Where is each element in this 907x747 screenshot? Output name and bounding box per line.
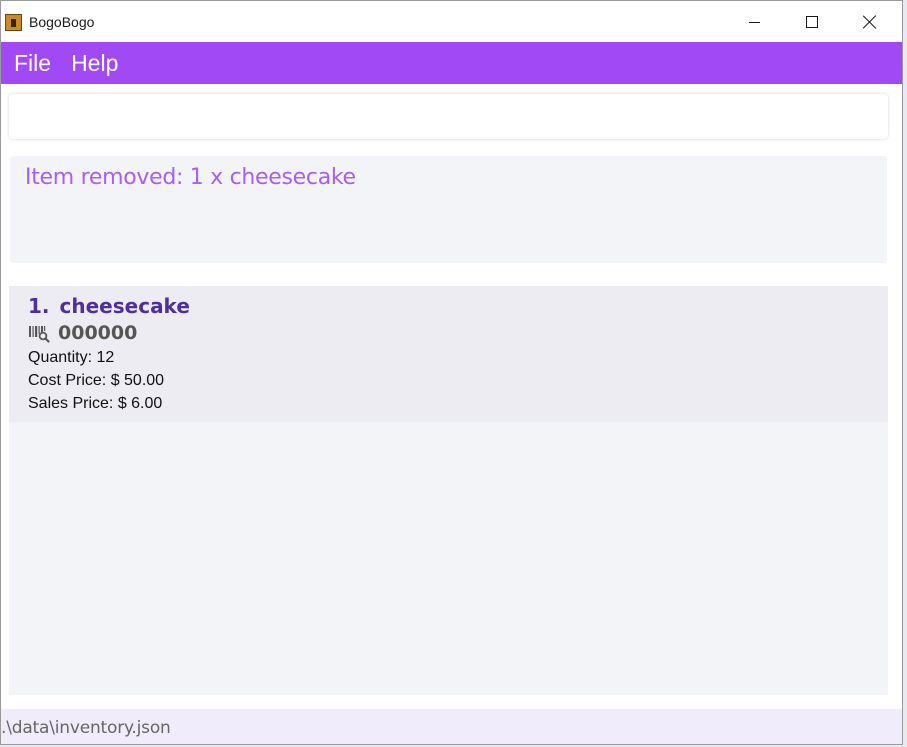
minimize-button[interactable] [725,1,783,42]
status-file-path: .\data\inventory.json [1,718,171,738]
item-quantity: Quantity: 12 [28,349,115,366]
item-index: 1. [28,294,50,318]
maximize-button[interactable] [783,1,841,42]
window-title: BogoBogo [29,14,95,30]
title-bar[interactable]: BogoBogo [1,1,902,42]
menu-bar: File Help [1,42,902,84]
item-cost-price: Cost Price: $ 50.00 [28,372,165,389]
menu-help[interactable]: Help [64,42,125,84]
close-icon [863,15,877,29]
item-title: 1. cheesecake [28,294,190,318]
barcode-scan-icon [29,326,50,343]
item-sales-price: Sales Price: $ 6.00 [28,395,163,412]
command-box [9,94,888,139]
result-message: Item removed: 1 x cheesecake [25,165,356,190]
item-barcode: 000000 [58,322,138,344]
menu-file[interactable]: File [7,42,58,84]
item-name: cheesecake [59,294,190,318]
app-window: BogoBogo File Help Item removed: 1 x che… [0,0,903,745]
item-list-panel[interactable]: 1. cheesecake 000000 Quantity: 12 Cost Pr… [9,286,888,695]
command-input[interactable] [9,94,888,139]
close-button[interactable] [841,1,899,42]
minimize-icon [748,22,760,23]
item-card[interactable]: 1. cheesecake 000000 Quantity: 12 Cost Pr… [9,286,888,422]
app-logo-icon [5,14,22,31]
maximize-icon [806,15,818,28]
status-bar: .\data\inventory.json [1,709,902,744]
item-barcode-row: 000000 [28,322,137,344]
result-display: Item removed: 1 x cheesecake [10,156,887,263]
